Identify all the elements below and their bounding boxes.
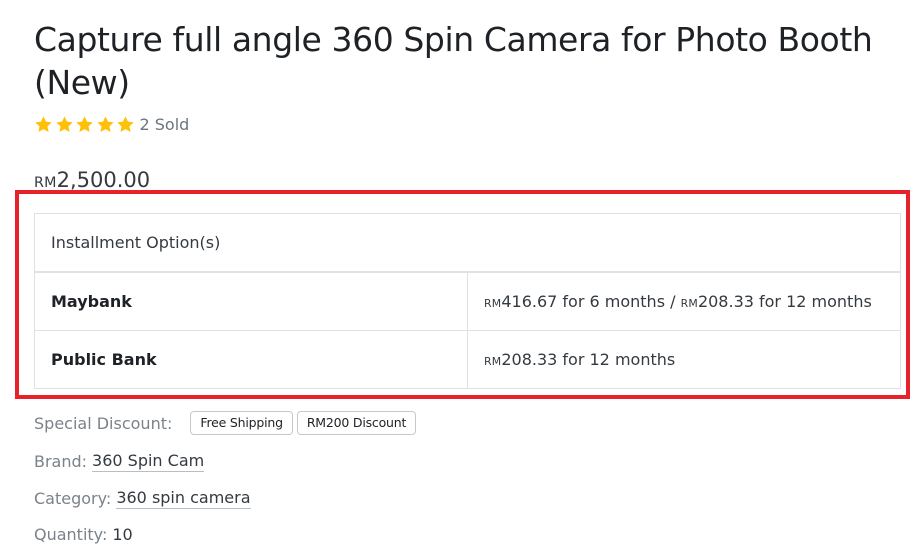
star-icon bbox=[75, 115, 94, 134]
installment-plan: RM416.67 for 6 months / RM208.33 for 12 … bbox=[467, 271, 901, 331]
category-row: Category: 360 spin camera bbox=[34, 488, 251, 509]
quantity-label: Quantity: bbox=[34, 525, 108, 544]
category-label: Category: bbox=[34, 489, 112, 508]
installment-table: Installment Option(s) Maybank RM416.67 f… bbox=[34, 213, 901, 389]
star-icon bbox=[96, 115, 115, 134]
star-icon bbox=[34, 115, 53, 134]
currency-label: RM bbox=[680, 297, 698, 310]
brand-row: Brand: 360 Spin Cam bbox=[34, 451, 205, 472]
discount-badge-free-shipping[interactable]: Free Shipping bbox=[190, 411, 293, 435]
discount-badge-rm200[interactable]: RM200 Discount bbox=[296, 411, 417, 435]
brand-label: Brand: bbox=[34, 452, 88, 471]
table-row: Maybank RM416.67 for 6 months / RM208.33… bbox=[34, 271, 901, 331]
rating-row: 2 Sold bbox=[34, 112, 189, 136]
quantity-row: Quantity: 10 bbox=[34, 525, 133, 544]
installment-amount: 416.67 bbox=[501, 292, 558, 311]
currency-label: RM bbox=[484, 297, 502, 310]
star-icon bbox=[116, 115, 135, 134]
price-amount: 2,500.00 bbox=[56, 168, 151, 192]
installment-header: Installment Option(s) bbox=[34, 213, 901, 273]
special-discount-label: Special Discount: bbox=[34, 413, 173, 433]
installment-term: for 12 months bbox=[557, 350, 676, 369]
option-separator: / bbox=[665, 292, 681, 311]
installment-plan: RM208.33 for 12 months bbox=[467, 330, 901, 389]
product-title: Capture full angle 360 Spin Camera for P… bbox=[34, 20, 873, 102]
category-link[interactable]: 360 spin camera bbox=[116, 488, 251, 509]
brand-link[interactable]: 360 Spin Cam bbox=[92, 451, 205, 472]
quantity-value: 10 bbox=[112, 525, 133, 544]
bank-name: Public Bank bbox=[34, 330, 468, 389]
currency-label: RM bbox=[484, 355, 502, 368]
installment-amount: 208.33 bbox=[697, 292, 754, 311]
price-currency: RM bbox=[34, 175, 57, 191]
table-row: Public Bank RM208.33 for 12 months bbox=[34, 330, 901, 389]
installment-header-row: Installment Option(s) bbox=[34, 213, 901, 273]
installment-term: for 12 months bbox=[753, 292, 872, 311]
bank-name: Maybank bbox=[34, 271, 468, 331]
installment-term: for 6 months bbox=[557, 292, 666, 311]
special-discount-row: Special Discount: Free Shipping RM200 Di… bbox=[34, 411, 417, 435]
sold-count: 2 Sold bbox=[139, 114, 190, 134]
installment-amount: 208.33 bbox=[501, 350, 558, 369]
star-icon bbox=[55, 115, 74, 134]
